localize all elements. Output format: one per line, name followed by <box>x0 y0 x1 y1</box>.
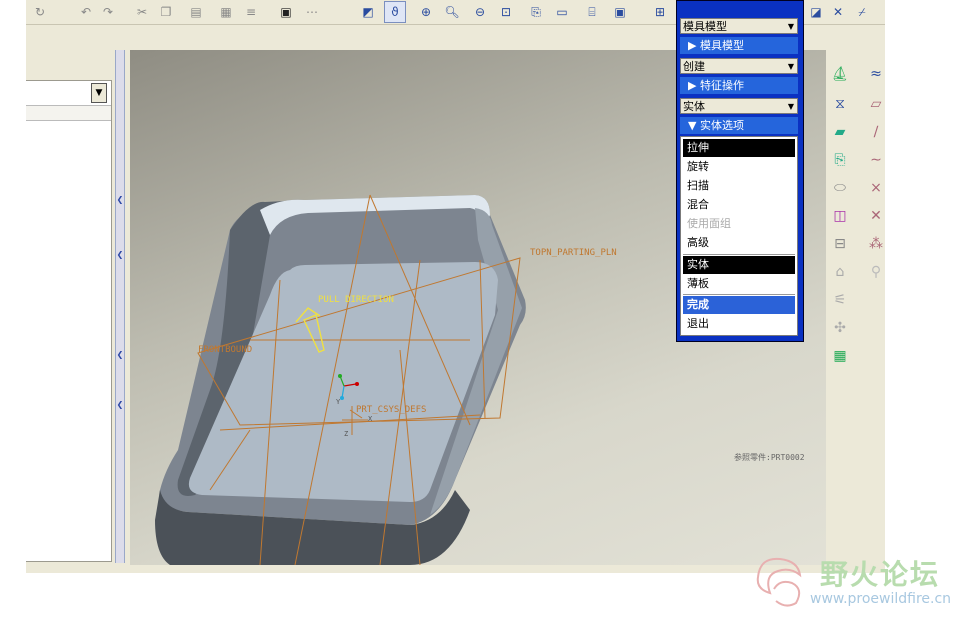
analysis-icon[interactable]: ⁂ <box>866 234 885 254</box>
menu-item-quit[interactable]: 退出 <box>683 315 795 333</box>
datum-points-icon[interactable]: ⌿ <box>852 2 872 22</box>
model-tree-dropdown[interactable]: ▼ <box>91 83 107 103</box>
datum-planes-icon[interactable]: ◪ <box>806 2 826 22</box>
menu-item-solid[interactable]: 实体 <box>683 256 795 274</box>
undo-icon[interactable]: ↶ <box>76 2 96 22</box>
watermark-title: 野火论坛 <box>820 558 941 591</box>
menu-item-advanced[interactable]: 高级 <box>683 234 795 252</box>
merge-icon[interactable]: ⊟ <box>830 234 850 254</box>
csys-z-label: Z <box>344 430 349 438</box>
repaint-icon[interactable]: ↻ <box>30 2 50 22</box>
datum-axes-icon[interactable]: ✕ <box>828 2 848 22</box>
expand-arrow-icon: ▶ <box>688 39 700 52</box>
feature-toolbar: ⛵︎ ≈ ⧖ ⏥ ▰ ∕ ⎘ ∼ ⬭ × ◫ ✕ ⊟ ⁂ ⌂ ⚲ ⚟ ✣ ▦ <box>826 50 885 570</box>
csys-x-label: X <box>368 415 373 423</box>
sketch-curve-icon[interactable]: ≈ <box>866 64 885 84</box>
rib-icon[interactable]: ✣ <box>830 318 850 338</box>
menu-item-sweep[interactable]: 扫描 <box>683 177 795 195</box>
menu-item-use-quilt[interactable]: 使用面组 <box>683 215 795 233</box>
menu-separator <box>683 254 795 255</box>
sketch-icon[interactable]: ◩ <box>358 2 378 22</box>
pattern-icon[interactable]: ⚲ <box>866 262 885 282</box>
csys-label[interactable]: PRT_CSYS_DEFS <box>356 405 426 415</box>
chevron-down-icon: ▼ <box>787 102 794 111</box>
application-window: ↻ ↶ ↷ ✂ ❐ ▤ ▦ ≡ ▣ ⋯ ◩ ϑ ⊕ 🔍︎ ⊖ ⊡ ⎘ ▭ ⌸ ▣… <box>26 0 885 573</box>
solid-dropdown[interactable]: 实体 ▼ <box>680 98 798 114</box>
copy-icon[interactable]: ❐ <box>156 2 176 22</box>
model-tree-panel: ▼ <box>26 80 112 562</box>
select-box-icon[interactable]: ⋯ <box>302 2 322 22</box>
surface-icon[interactable]: ◫ <box>830 206 850 226</box>
solid-options-list: 拉伸 旋转 扫描 混合 使用面组 高级 实体 薄板 完成 退出 <box>680 136 798 336</box>
expand-arrow-icon: ▶ <box>688 79 700 92</box>
menu-item-blend[interactable]: 混合 <box>683 196 795 214</box>
collapse-left-icon[interactable]: ❮ <box>116 400 124 409</box>
draft-icon[interactable]: ⚟ <box>830 290 850 310</box>
redo-icon[interactable]: ↷ <box>98 2 118 22</box>
chevron-down-icon: ▼ <box>95 88 103 98</box>
menu-separator <box>683 294 795 295</box>
collapse-left-icon[interactable]: ❮ <box>116 350 124 359</box>
zoom-out-icon[interactable]: ⊖ <box>470 2 490 22</box>
feature-ops-header[interactable]: ▶ 特征操作 <box>680 77 798 94</box>
orient-icon[interactable]: ⎘ <box>526 2 546 22</box>
shrink-icon[interactable]: ⬭ <box>830 178 850 198</box>
zoom-in-icon[interactable]: 🔍︎ <box>442 2 462 22</box>
front-plane-label[interactable]: FRONTBOUND <box>198 345 252 355</box>
regenerate-icon[interactable]: ≡ <box>241 2 261 22</box>
csys-y-label: Y <box>336 398 341 406</box>
zoom-fit-icon[interactable]: ⊕ <box>416 2 436 22</box>
datum-point-icon[interactable]: × <box>866 178 885 198</box>
watermark-logo <box>756 557 802 607</box>
collapse-left-icon[interactable]: ❮ <box>116 195 124 204</box>
watermark-url: www.proewildfire.cn <box>810 591 952 607</box>
menu-item-thin[interactable]: 薄板 <box>683 275 795 293</box>
window-icon[interactable]: ⊞ <box>650 2 670 22</box>
pull-direction-label[interactable]: PULL DIRECTION <box>318 295 394 305</box>
menu-item-extrude[interactable]: 拉伸 <box>683 139 795 157</box>
datum-plane-icon[interactable]: ⏥ <box>866 94 885 114</box>
split-icon[interactable]: ⎘ <box>830 150 850 170</box>
datum-axis-icon[interactable]: ∕ <box>866 122 885 142</box>
find-icon[interactable]: ▣ <box>276 2 296 22</box>
mold-model-header[interactable]: ▶ 模具模型 <box>680 37 798 54</box>
mold-volume-icon[interactable]: ⛵︎ <box>830 64 850 84</box>
collapse-left-icon[interactable]: ❮ <box>116 250 124 259</box>
display-style-icon[interactable]: ϑ <box>384 1 406 23</box>
panel-sash[interactable]: ❮ ❮ ❮ ❮ <box>115 50 125 563</box>
reference-part-label: 参照零件:PRT0002 <box>734 453 805 462</box>
saved-views-icon[interactable]: ▭ <box>552 2 572 22</box>
datum-curve-icon[interactable]: ∼ <box>866 150 885 170</box>
extrude-icon[interactable]: ▰ <box>830 122 850 142</box>
menu-item-done[interactable]: 完成 <box>683 296 795 314</box>
mold-open-icon[interactable]: ▦ <box>830 346 850 366</box>
menu-manager: 模具模型 ▼ ▶ 模具模型 创建 ▼ ▶ 特征操作 实体 ▼ ▼ 实体选项 拉伸 旋转… <box>676 0 804 342</box>
parting-plane-label[interactable]: TOPN_PARTING_PLN <box>530 248 617 258</box>
create-dropdown[interactable]: 创建 ▼ <box>680 58 798 74</box>
chevron-down-icon: ▼ <box>787 62 794 71</box>
collapse-arrow-icon: ▼ <box>688 119 700 132</box>
forum-watermark: 野火论坛 www.proewildfire.cn <box>750 545 962 615</box>
model-tree-header <box>26 105 111 121</box>
trim-icon[interactable]: ⌂ <box>830 262 850 282</box>
paste-icon[interactable]: ▤ <box>186 2 206 22</box>
solid-options-header[interactable]: ▼ 实体选项 <box>680 117 798 134</box>
menu-item-revolve[interactable]: 旋转 <box>683 158 795 176</box>
cut-icon[interactable]: ✂ <box>132 2 152 22</box>
model-setup-icon[interactable]: ▣ <box>610 2 630 22</box>
mold-model-dropdown[interactable]: 模具模型 ▼ <box>680 18 798 34</box>
chevron-down-icon: ▼ <box>787 22 794 31</box>
refit-icon[interactable]: ⊡ <box>496 2 516 22</box>
parting-surface-icon[interactable]: ⧖ <box>830 94 850 114</box>
paste-special-icon[interactable]: ▦ <box>216 2 236 22</box>
layers-icon[interactable]: ⌸ <box>582 2 602 22</box>
csys-icon[interactable]: ✕ <box>866 206 885 226</box>
